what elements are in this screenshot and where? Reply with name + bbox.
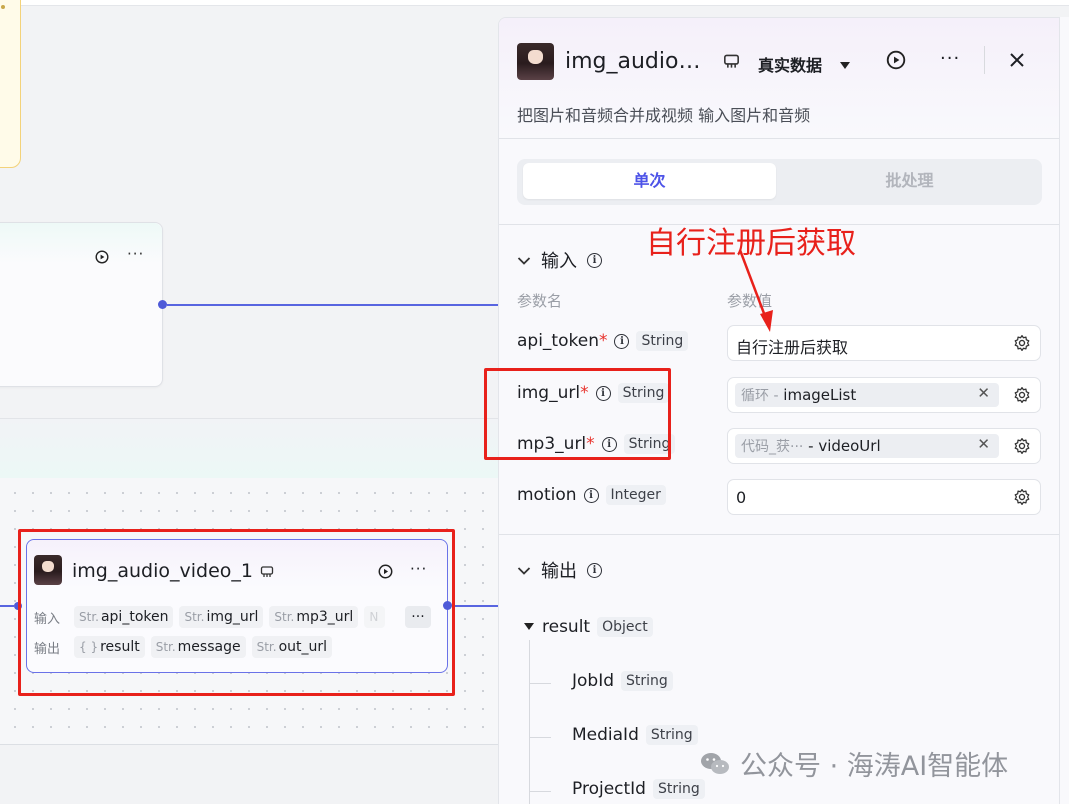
output-name: result [542,617,591,637]
output-section-title: 输出 [541,561,577,582]
tree-line [529,737,551,738]
info-icon[interactable]: i [583,487,599,503]
top-strip [0,0,1069,6]
param-motion: motion i Integer [517,485,666,505]
type-badge: String [621,671,673,691]
param-api-token: api_token* i String [517,331,689,351]
tab-batch[interactable]: 批处理 [783,163,1036,199]
column-param-name: 参数名 [517,292,563,310]
output-port[interactable] [158,300,167,309]
panel-title: img_audio… [565,49,701,74]
loop-footer [0,745,498,804]
output-name: ProjectId [572,779,646,799]
chevron-down-icon [517,560,531,581]
run-icon[interactable] [886,50,906,74]
watermark-text: 公众号 · 海涛AI智能体 [740,751,1009,782]
caret-down-icon [839,56,851,75]
more-icon[interactable]: ··· [127,245,144,263]
tree-line [529,683,551,684]
img-url-input[interactable]: 循环 - imageList ✕ [727,377,1041,413]
scrollbar[interactable] [1059,17,1069,804]
info-icon[interactable]: i [587,252,602,268]
chevron-down-icon [517,250,531,271]
output-tree-item: MediaId String [572,725,698,745]
input-section-title: 输入 [541,251,577,272]
output-section-header[interactable]: 输出 i [517,557,602,583]
divider [499,138,1059,139]
gear-icon[interactable] [1013,334,1031,356]
type-badge: String [652,779,705,799]
header-divider [984,46,985,74]
watermark: 公众号 · 海涛AI智能体 [700,744,1008,783]
type-badge: String [645,725,698,745]
incoming-edge [0,605,14,607]
gear-icon[interactable] [1013,386,1031,408]
input-section-header[interactable]: 输入 i [517,247,602,273]
variable-reference-chip[interactable]: 代码_获··· - videoUrl ✕ [735,434,999,458]
caret-down-icon [523,617,535,637]
tree-line [529,791,551,792]
mp3-url-input[interactable]: 代码_获··· - videoUrl ✕ [727,428,1041,464]
highlight-box-params [484,368,671,460]
data-mode-label: 真实数据 [758,56,823,75]
clear-icon[interactable]: ✕ [977,384,990,402]
divider [499,534,1059,535]
variable-reference-chip[interactable]: 循环 - imageList ✕ [735,383,999,407]
annotation-arrow-icon [738,249,773,332]
tab-single[interactable]: 单次 [523,163,776,199]
motion-value: 0 [736,488,747,507]
tree-line [529,640,530,804]
wechat-icon [701,752,729,774]
close-icon[interactable] [1009,52,1025,72]
more-icon[interactable]: ··· [940,48,960,69]
info-icon[interactable]: i [587,562,602,578]
plugin-icon [723,53,740,74]
output-name: JobId [572,671,615,691]
comment-note[interactable] [0,0,21,168]
plugin-avatar [517,43,554,80]
clear-icon[interactable]: ✕ [977,435,990,453]
gear-icon[interactable] [1013,437,1031,459]
output-name: MediaId [572,725,639,745]
type-badge: Integer [605,485,666,505]
outgoing-edge [452,605,498,607]
run-mode-tabs: 单次 批处理 [517,159,1042,205]
gear-icon[interactable] [1013,488,1031,510]
type-badge: Object [597,617,653,637]
output-tree-root[interactable]: result Object [523,617,653,637]
upstream-node[interactable]: ··· [0,222,163,387]
output-tree-item: JobId String [572,671,673,691]
loop-header [0,418,498,478]
info-icon[interactable]: i [614,333,630,349]
type-badge: String [636,331,689,351]
highlight-box-node [18,529,455,696]
connection-edge [167,304,498,306]
motion-input[interactable]: 0 [727,479,1041,515]
run-icon[interactable] [95,249,109,268]
output-tree-item: ProjectId String [572,779,705,799]
panel-description: 把图片和音频合并成视频 输入图片和音频 [517,106,811,125]
